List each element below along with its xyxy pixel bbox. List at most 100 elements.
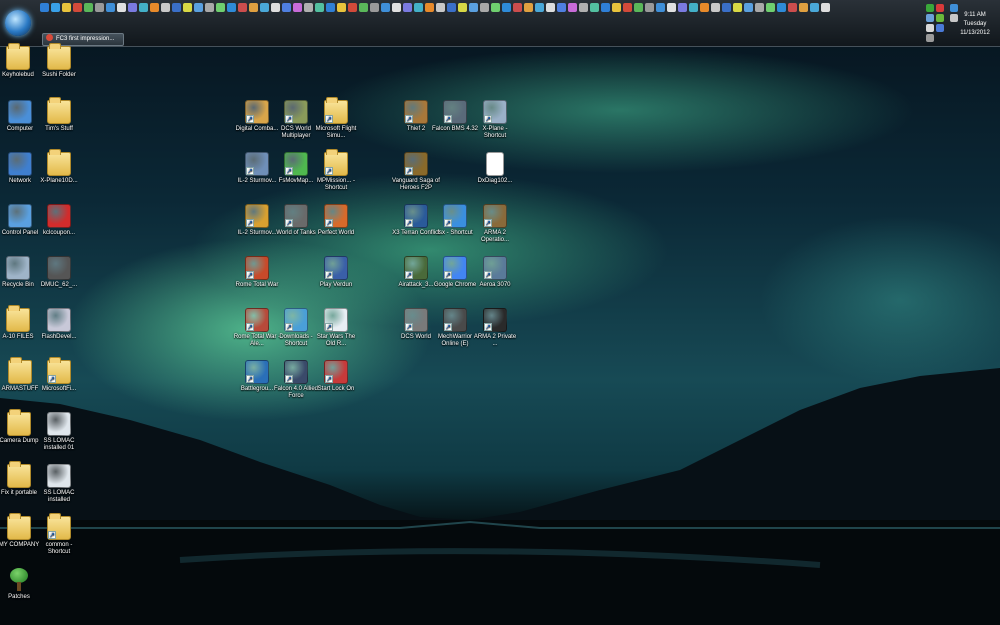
- quick-launch-icon[interactable]: [601, 3, 610, 12]
- desktop-icon-ss-lomac[interactable]: SS LOMAC installed: [35, 464, 83, 504]
- quick-launch-icon[interactable]: [304, 3, 313, 12]
- desktop-icon-mpmission[interactable]: MPMission... - Shortcut: [312, 149, 360, 192]
- update-icon[interactable]: [926, 24, 934, 32]
- taskbar-clock[interactable]: 9:11 AM Tuesday 11/13/2012: [952, 11, 998, 38]
- quick-launch-icon[interactable]: [194, 3, 203, 12]
- quick-launch-icon[interactable]: [205, 3, 214, 12]
- quick-launch-icon[interactable]: [40, 3, 49, 12]
- quick-launch-icon[interactable]: [491, 3, 500, 12]
- nvidia-icon[interactable]: [936, 14, 944, 22]
- quick-launch-icon[interactable]: [249, 3, 258, 12]
- desktop-icon-xplane-shortcut[interactable]: X-Plane - Shortcut: [471, 100, 519, 140]
- quick-launch-icon[interactable]: [337, 3, 346, 12]
- quick-launch-icon[interactable]: [810, 3, 819, 12]
- quick-launch-icon[interactable]: [260, 3, 269, 12]
- quick-launch-icon[interactable]: [425, 3, 434, 12]
- quick-launch-icon[interactable]: [711, 3, 720, 12]
- quick-launch-icon[interactable]: [403, 3, 412, 12]
- quick-launch-icon[interactable]: [161, 3, 170, 12]
- quick-launch-icon[interactable]: [788, 3, 797, 12]
- desktop-icon-play-verdun[interactable]: Play Verdun: [312, 256, 360, 289]
- desktop-icon-didiag[interactable]: DxDiag102...: [471, 152, 519, 185]
- quick-launch-icon[interactable]: [282, 3, 291, 12]
- quick-launch-icon[interactable]: [502, 3, 511, 12]
- quick-launch-icon[interactable]: [590, 3, 599, 12]
- desktop-icon-arma2-private[interactable]: ARMA 2 Private ...: [471, 308, 519, 348]
- quick-launch-icon[interactable]: [656, 3, 665, 12]
- quick-launch-icon[interactable]: [513, 3, 522, 12]
- quick-launch-icon[interactable]: [678, 3, 687, 12]
- quick-launch-icon[interactable]: [458, 3, 467, 12]
- quick-launch-icon[interactable]: [73, 3, 82, 12]
- quick-launch-icon[interactable]: [326, 3, 335, 12]
- quick-launch-icon[interactable]: [227, 3, 236, 12]
- quick-launch-icon[interactable]: [183, 3, 192, 12]
- desktop-icon-microsoftfi[interactable]: MicrosoftFi...: [35, 357, 83, 393]
- network-tray-icon[interactable]: [926, 14, 934, 22]
- quick-launch-icon[interactable]: [733, 3, 742, 12]
- desktop-icon-ss-lomac-01[interactable]: SS LOMAC installed 01: [35, 412, 83, 452]
- quick-launch-icon[interactable]: [271, 3, 280, 12]
- quick-launch-icon[interactable]: [579, 3, 588, 12]
- quick-launch-icon[interactable]: [150, 3, 159, 12]
- quick-launch-icon[interactable]: [436, 3, 445, 12]
- desktop-icon-sushi-folder[interactable]: Sushi Folder: [35, 43, 83, 79]
- quick-launch-icon[interactable]: [84, 3, 93, 12]
- quick-launch-icon[interactable]: [370, 3, 379, 12]
- quick-launch-icon[interactable]: [755, 3, 764, 12]
- desktop-icon-vanguard[interactable]: Vanguard Saga of Heroes F2P: [392, 152, 440, 192]
- quick-launch-icon[interactable]: [612, 3, 621, 12]
- quick-launch-icon[interactable]: [381, 3, 390, 12]
- desktop-icon-arma2-operation[interactable]: ARMA 2 Operatio...: [471, 204, 519, 244]
- quick-launch-icon[interactable]: [172, 3, 181, 12]
- quick-launch-icon[interactable]: [667, 3, 676, 12]
- desktop-icon-patches[interactable]: Patches: [0, 568, 43, 601]
- quick-launch-icon[interactable]: [700, 3, 709, 12]
- desktop-icon-common-shortcut[interactable]: common - Shortcut: [35, 513, 83, 556]
- shield-icon[interactable]: [936, 24, 944, 32]
- quick-launch-icon[interactable]: [95, 3, 104, 12]
- quick-launch-icon[interactable]: [392, 3, 401, 12]
- quick-launch-icon[interactable]: [106, 3, 115, 12]
- quick-launch-icon[interactable]: [480, 3, 489, 12]
- quick-launch-icon[interactable]: [557, 3, 566, 12]
- quick-launch-icon[interactable]: [821, 3, 830, 12]
- quick-launch-icon[interactable]: [238, 3, 247, 12]
- quick-launch-icon[interactable]: [315, 3, 324, 12]
- quick-launch-icon[interactable]: [348, 3, 357, 12]
- desktop-icon-kclcoupon[interactable]: kclcoupon...: [35, 204, 83, 237]
- quick-launch-icon[interactable]: [722, 3, 731, 12]
- quick-launch-icon[interactable]: [117, 3, 126, 12]
- cloud-icon[interactable]: [926, 34, 934, 42]
- quick-launch-icon[interactable]: [293, 3, 302, 12]
- quick-launch-icon[interactable]: [414, 3, 423, 12]
- quick-launch-icon[interactable]: [546, 3, 555, 12]
- quick-launch-icon[interactable]: [447, 3, 456, 12]
- start-button[interactable]: [5, 10, 31, 36]
- desktop-icon-rome-total-war[interactable]: Rome Total War: [233, 256, 281, 289]
- security-icon[interactable]: [926, 4, 934, 12]
- quick-launch-icon[interactable]: [766, 3, 775, 12]
- quick-launch-icon[interactable]: [777, 3, 786, 12]
- quick-launch-icon[interactable]: [128, 3, 137, 12]
- quick-launch-icon[interactable]: [535, 3, 544, 12]
- quick-launch-icon[interactable]: [689, 3, 698, 12]
- desktop-icon-ms-flight-sim[interactable]: Microsoft Flight Simu...: [312, 97, 360, 140]
- quick-launch-icon[interactable]: [645, 3, 654, 12]
- desktop-icon-star-wars[interactable]: Star Wars The Old R...: [312, 308, 360, 348]
- warning-icon[interactable]: [936, 4, 944, 12]
- quick-launch-icon[interactable]: [51, 3, 60, 12]
- quick-launch-icon[interactable]: [744, 3, 753, 12]
- quick-launch-icon[interactable]: [524, 3, 533, 12]
- quick-launch-icon[interactable]: [139, 3, 148, 12]
- desktop-icon-xplane10[interactable]: X-Plane10D...: [35, 149, 83, 185]
- desktop-icon-dmuc[interactable]: DMUC_62_...: [35, 256, 83, 289]
- quick-launch-icon[interactable]: [216, 3, 225, 12]
- desktop-icon-aerosoft[interactable]: Aeroa 3070: [471, 256, 519, 289]
- quick-launch-icon[interactable]: [799, 3, 808, 12]
- desktop-icon-tims-stuff[interactable]: Tim's Stuff: [35, 97, 83, 133]
- quick-launch-icon[interactable]: [62, 3, 71, 12]
- desktop-icon-start-lock-on[interactable]: Start Lock On: [312, 360, 360, 393]
- quick-launch-icon[interactable]: [359, 3, 368, 12]
- desktop-icon-perfect-world[interactable]: Perfect World: [312, 204, 360, 237]
